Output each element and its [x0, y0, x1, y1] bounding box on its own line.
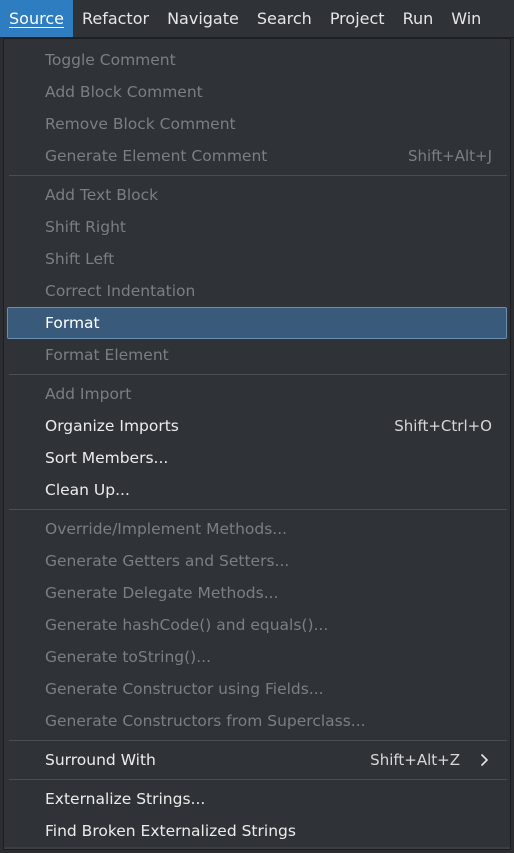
menu-item-override-implement-methods: Override/Implement Methods...: [7, 513, 507, 545]
menu-item-label: Externalize Strings...: [45, 790, 206, 808]
menu-item-label: Override/Implement Methods...: [45, 520, 288, 538]
menu-separator: [9, 175, 507, 176]
menu-item-label: Add Import: [45, 385, 132, 403]
menu-item-label: Surround With: [45, 751, 156, 769]
menu-item-label: Organize Imports: [45, 417, 179, 435]
menu-item-label: Correct Indentation: [45, 282, 196, 300]
menubar-item-source[interactable]: Source: [0, 0, 73, 37]
menu-item-label: Generate Constructor using Fields...: [45, 680, 324, 698]
menu-item-toggle-comment: Toggle Comment: [7, 44, 507, 76]
menu-bar: Source Refactor Navigate Search Project Run Wi…: [0, 0, 514, 38]
menu-item-shift-right: Shift Right: [7, 211, 507, 243]
chevron-right-icon: [476, 753, 492, 767]
menu-item-externalize-strings[interactable]: Externalize Strings...: [7, 783, 507, 815]
menu-item-label: Generate hashCode() and equals()...: [45, 616, 329, 634]
menu-item-label: Sort Members...: [45, 449, 169, 467]
menu-item-label: Shift Left: [45, 250, 115, 268]
menu-item-surround-with[interactable]: Surround With Shift+Alt+Z: [7, 744, 507, 776]
menu-item-generate-tostring: Generate toString()...: [7, 641, 507, 673]
menubar-item-search[interactable]: Search: [248, 0, 321, 37]
menu-item-shift-left: Shift Left: [7, 243, 507, 275]
menu-item-label: Generate Element Comment: [45, 147, 268, 165]
menu-item-clean-up[interactable]: Clean Up...: [7, 474, 507, 506]
menu-item-shortcut: Shift+Ctrl+O: [394, 417, 492, 435]
menu-item-shortcut: Shift+Alt+J: [408, 147, 492, 165]
menu-item-format-element: Format Element: [7, 339, 507, 371]
menu-item-generate-element-comment: Generate Element Comment Shift+Alt+J: [7, 140, 507, 172]
menu-item-shortcut: Shift+Alt+Z: [370, 751, 460, 769]
menu-item-generate-constructor-using-fields: Generate Constructor using Fields...: [7, 673, 507, 705]
menu-item-generate-delegate-methods: Generate Delegate Methods...: [7, 577, 507, 609]
menu-item-label: Generate Getters and Setters...: [45, 552, 290, 570]
menubar-item-navigate[interactable]: Navigate: [158, 0, 248, 37]
menu-item-remove-block-comment: Remove Block Comment: [7, 108, 507, 140]
menu-separator: [9, 779, 507, 780]
menu-item-correct-indentation: Correct Indentation: [7, 275, 507, 307]
menu-item-add-text-block: Add Text Block: [7, 179, 507, 211]
menu-item-label: Generate Delegate Methods...: [45, 584, 279, 602]
menu-item-label: Generate Constructors from Superclass...: [45, 712, 366, 730]
menu-item-add-block-comment: Add Block Comment: [7, 76, 507, 108]
menu-item-sort-members[interactable]: Sort Members...: [7, 442, 507, 474]
menubar-item-project[interactable]: Project: [321, 0, 394, 37]
menu-item-generate-getters-and-setters: Generate Getters and Setters...: [7, 545, 507, 577]
menu-item-generate-constructors-from-superclass: Generate Constructors from Superclass...: [7, 705, 507, 737]
menu-item-label: Remove Block Comment: [45, 115, 236, 133]
menu-separator: [9, 374, 507, 375]
menu-item-label: Find Broken Externalized Strings: [45, 822, 296, 840]
menubar-item-refactor[interactable]: Refactor: [73, 0, 158, 37]
source-menu-dropdown: Toggle Comment Add Block Comment Remove Bl…: [3, 38, 511, 850]
menu-item-format[interactable]: Format: [7, 307, 507, 339]
menu-item-add-import: Add Import: [7, 378, 507, 410]
menubar-item-win[interactable]: Win: [442, 0, 490, 37]
menu-item-organize-imports[interactable]: Organize Imports Shift+Ctrl+O: [7, 410, 507, 442]
menu-item-label: Add Block Comment: [45, 83, 203, 101]
menu-item-label: Toggle Comment: [45, 51, 176, 69]
menu-separator: [9, 509, 507, 510]
menubar-item-run[interactable]: Run: [394, 0, 443, 37]
menu-item-label: Add Text Block: [45, 186, 159, 204]
menu-item-label: Generate toString()...: [45, 648, 212, 666]
menu-item-label: Format Element: [45, 346, 169, 364]
menu-item-find-broken-externalized-strings[interactable]: Find Broken Externalized Strings: [7, 815, 507, 847]
menu-item-label: Clean Up...: [45, 481, 130, 499]
menu-item-generate-hashcode-and-equals: Generate hashCode() and equals()...: [7, 609, 507, 641]
menu-item-label: Shift Right: [45, 218, 126, 236]
menu-separator: [9, 740, 507, 741]
menu-item-label: Format: [45, 314, 100, 332]
menu-bottom-border: [4, 847, 510, 849]
